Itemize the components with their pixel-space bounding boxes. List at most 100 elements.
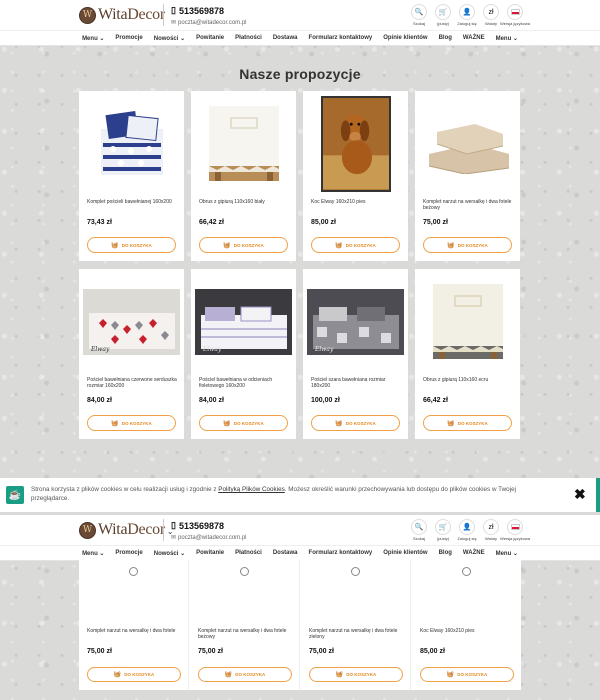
- currency-action[interactable]: zł Waluty: [482, 519, 500, 541]
- search-action[interactable]: 🔍 Szukaj: [410, 519, 428, 541]
- add-to-cart-button[interactable]: 🧺 DO KOSZYKA: [87, 415, 176, 431]
- add-to-cart-button[interactable]: 🧺 DO KOSZYKA: [309, 667, 403, 682]
- product-card[interactable]: Elway Pościel szara bawełniana rozmiar 1…: [303, 269, 408, 439]
- product-card[interactable]: Komplet pościeli bawełnianej 160x200 73,…: [79, 91, 184, 261]
- product-name[interactable]: Komplet narzut na wersalkę i dwa fotele …: [198, 628, 294, 640]
- product-select-radio[interactable]: [240, 567, 249, 576]
- add-to-cart-button[interactable]: 🧺 DO KOSZYKA: [199, 415, 288, 431]
- nav-item[interactable]: Płatności: [230, 550, 268, 556]
- svg-text:Elway: Elway: [90, 346, 110, 353]
- product-image[interactable]: [415, 269, 520, 374]
- nav-item[interactable]: WAŻNE: [457, 550, 490, 556]
- product-name[interactable]: Pościel bawełniana czerwone serduszka ro…: [87, 377, 179, 389]
- nav-item[interactable]: Promocje: [110, 550, 148, 556]
- language-flag-icon: [507, 4, 523, 20]
- nav-item[interactable]: Powitanie: [191, 35, 230, 41]
- add-to-cart-button[interactable]: 🧺 DO KOSZYKA: [87, 237, 176, 253]
- product-name[interactable]: Obrus z gipiurą 110x160 ecru: [423, 377, 515, 383]
- ecru-tablecloth-image: [432, 284, 503, 359]
- product-image[interactable]: [191, 91, 296, 196]
- product-name[interactable]: Komplet narzut na wersalkę i dwa fotele …: [423, 199, 515, 211]
- product-card[interactable]: Komplet narzut na wersalkę i dwa fotele …: [79, 560, 189, 690]
- product-image[interactable]: [303, 91, 408, 196]
- email-address[interactable]: ✉ poczta@witadecor.com.pl: [171, 534, 247, 542]
- nav-item[interactable]: Menu ⌄: [77, 35, 110, 42]
- nav-item[interactable]: Nowości ⌄: [148, 35, 190, 42]
- nav-item[interactable]: Dostawa: [267, 550, 303, 556]
- nav-item[interactable]: Dostawa: [267, 35, 303, 41]
- nav-item[interactable]: Powitanie: [191, 550, 230, 556]
- site-logo[interactable]: W WitaDecor: [79, 6, 165, 24]
- product-card[interactable]: Koc Elway 160x210 pies 85,00 zł 🧺 DO KOSZ…: [303, 91, 408, 261]
- product-card[interactable]: Obrus z gipiurą 110x160 ecru 66,42 zł 🧺 D…: [415, 269, 520, 439]
- currency-action[interactable]: zł Waluty: [482, 4, 500, 26]
- product-card[interactable]: Obrus z gipiurą 110x160 biały 66,42 zł 🧺…: [191, 91, 296, 261]
- search-action[interactable]: 🔍 Szukaj: [410, 4, 428, 26]
- nav-item[interactable]: Blog: [433, 35, 457, 41]
- nav-item[interactable]: Blog: [433, 550, 457, 556]
- add-to-cart-button[interactable]: 🧺 DO KOSZYKA: [311, 237, 400, 253]
- product-image[interactable]: Elway: [191, 269, 296, 374]
- product-image[interactable]: [79, 91, 184, 196]
- product-card[interactable]: Komplet narzut na wersalkę i dwa fotele …: [415, 91, 520, 261]
- product-name[interactable]: Koc Elway 160x210 pies: [311, 199, 403, 205]
- product-price: 66,42 zł: [199, 219, 224, 226]
- nav-item[interactable]: Menu ⌄: [490, 550, 523, 557]
- product-name[interactable]: Komplet pościeli bawełnianej 160x200: [87, 199, 179, 205]
- phone-number[interactable]: ▯ 513569878: [171, 520, 247, 531]
- add-to-cart-button[interactable]: 🧺 DO KOSZYKA: [420, 667, 514, 682]
- nav-item[interactable]: Menu ⌄: [77, 550, 110, 557]
- nav-item[interactable]: Opinie klientów: [378, 550, 433, 556]
- site-logo[interactable]: W WitaDecor ⌄: [79, 521, 174, 539]
- cart-action[interactable]: 🛒 (pusty): [434, 519, 452, 541]
- product-name[interactable]: Koc Elway 160x210 pies: [420, 628, 516, 634]
- product-select-radio[interactable]: [462, 567, 471, 576]
- cookie-policy-link[interactable]: Polityką Plików Cookies: [218, 486, 285, 493]
- language-flag-action[interactable]: Wersja językowa: [500, 4, 530, 26]
- user-action[interactable]: 👤 Zaloguj się: [457, 519, 477, 541]
- close-icon[interactable]: ✖: [574, 486, 586, 503]
- basket-icon: 🧺: [447, 242, 455, 249]
- section-title: Nasze propozycje: [239, 66, 361, 82]
- product-card[interactable]: Koc Elway 160x210 pies 85,00 zł 🧺 DO KOSZ…: [412, 560, 522, 690]
- product-card[interactable]: Elway Pościel bawełniana czerwone serdus…: [79, 269, 184, 439]
- add-to-cart-button[interactable]: 🧺 DO KOSZYKA: [311, 415, 400, 431]
- add-to-cart-button[interactable]: 🧺 DO KOSZYKA: [199, 237, 288, 253]
- product-name[interactable]: Obrus z gipiurą 110x160 biały: [199, 199, 291, 205]
- phone-number[interactable]: ▯ 513569878: [171, 5, 247, 16]
- product-image[interactable]: Elway: [79, 269, 184, 374]
- product-image[interactable]: Elway: [303, 269, 408, 374]
- add-to-cart-button[interactable]: 🧺 DO KOSZYKA: [198, 667, 292, 682]
- nav-item[interactable]: Menu ⌄: [490, 35, 523, 42]
- product-name[interactable]: Komplet narzut na wersalkę i dwa fotele: [87, 628, 183, 634]
- product-card[interactable]: Komplet narzut na wersalkę i dwa fotele …: [190, 560, 300, 690]
- add-to-cart-button[interactable]: 🧺 DO KOSZYKA: [423, 415, 512, 431]
- product-select-radio[interactable]: [351, 567, 360, 576]
- email-address[interactable]: ✉ poczta@witadecor.com.pl: [171, 19, 247, 27]
- nav-item[interactable]: WAŻNE: [457, 35, 490, 41]
- add-to-cart-button[interactable]: 🧺 DO KOSZYKA: [87, 667, 181, 682]
- nav-item[interactable]: Nowości ⌄: [148, 550, 190, 557]
- beige-throws-image: [428, 123, 509, 174]
- header-actions: 🔍 Szukaj 🛒 (pusty) 👤 Zaloguj się zł Waluty Wersj…: [410, 519, 530, 541]
- nav-item[interactable]: Promocje: [110, 35, 148, 41]
- nav-item[interactable]: Formularz kontaktowy: [303, 550, 378, 556]
- product-name[interactable]: Komplet narzut na wersalkę i dwa fotele …: [309, 628, 405, 640]
- basket-icon: 🧺: [446, 672, 455, 678]
- user-action[interactable]: 👤 Zaloguj się: [457, 4, 477, 26]
- product-card[interactable]: Elway Pościel bawełniana w odcieniach fi…: [191, 269, 296, 439]
- product-image[interactable]: [415, 91, 520, 196]
- language-flag-action[interactable]: Wersja językowa: [500, 519, 530, 541]
- product-card[interactable]: Komplet narzut na wersalkę i dwa fotele …: [301, 560, 411, 690]
- cart-action[interactable]: 🛒 (pusty): [434, 4, 452, 26]
- product-select-radio[interactable]: [129, 567, 138, 576]
- product-name[interactable]: Pościel bawełniana w odcieniach fioletow…: [199, 377, 291, 389]
- cookie-cup-icon: ☕: [6, 486, 24, 504]
- product-name[interactable]: Pościel szara bawełniana rozmiar 180x200: [311, 377, 403, 389]
- nav-item[interactable]: Opinie klientów: [378, 35, 433, 41]
- basket-icon: 🧺: [224, 672, 233, 678]
- add-to-cart-button[interactable]: 🧺 DO KOSZYKA: [423, 237, 512, 253]
- nav-item[interactable]: Płatności: [230, 35, 268, 41]
- nav-item[interactable]: Formularz kontaktowy: [303, 35, 378, 41]
- header-divider: [163, 519, 164, 541]
